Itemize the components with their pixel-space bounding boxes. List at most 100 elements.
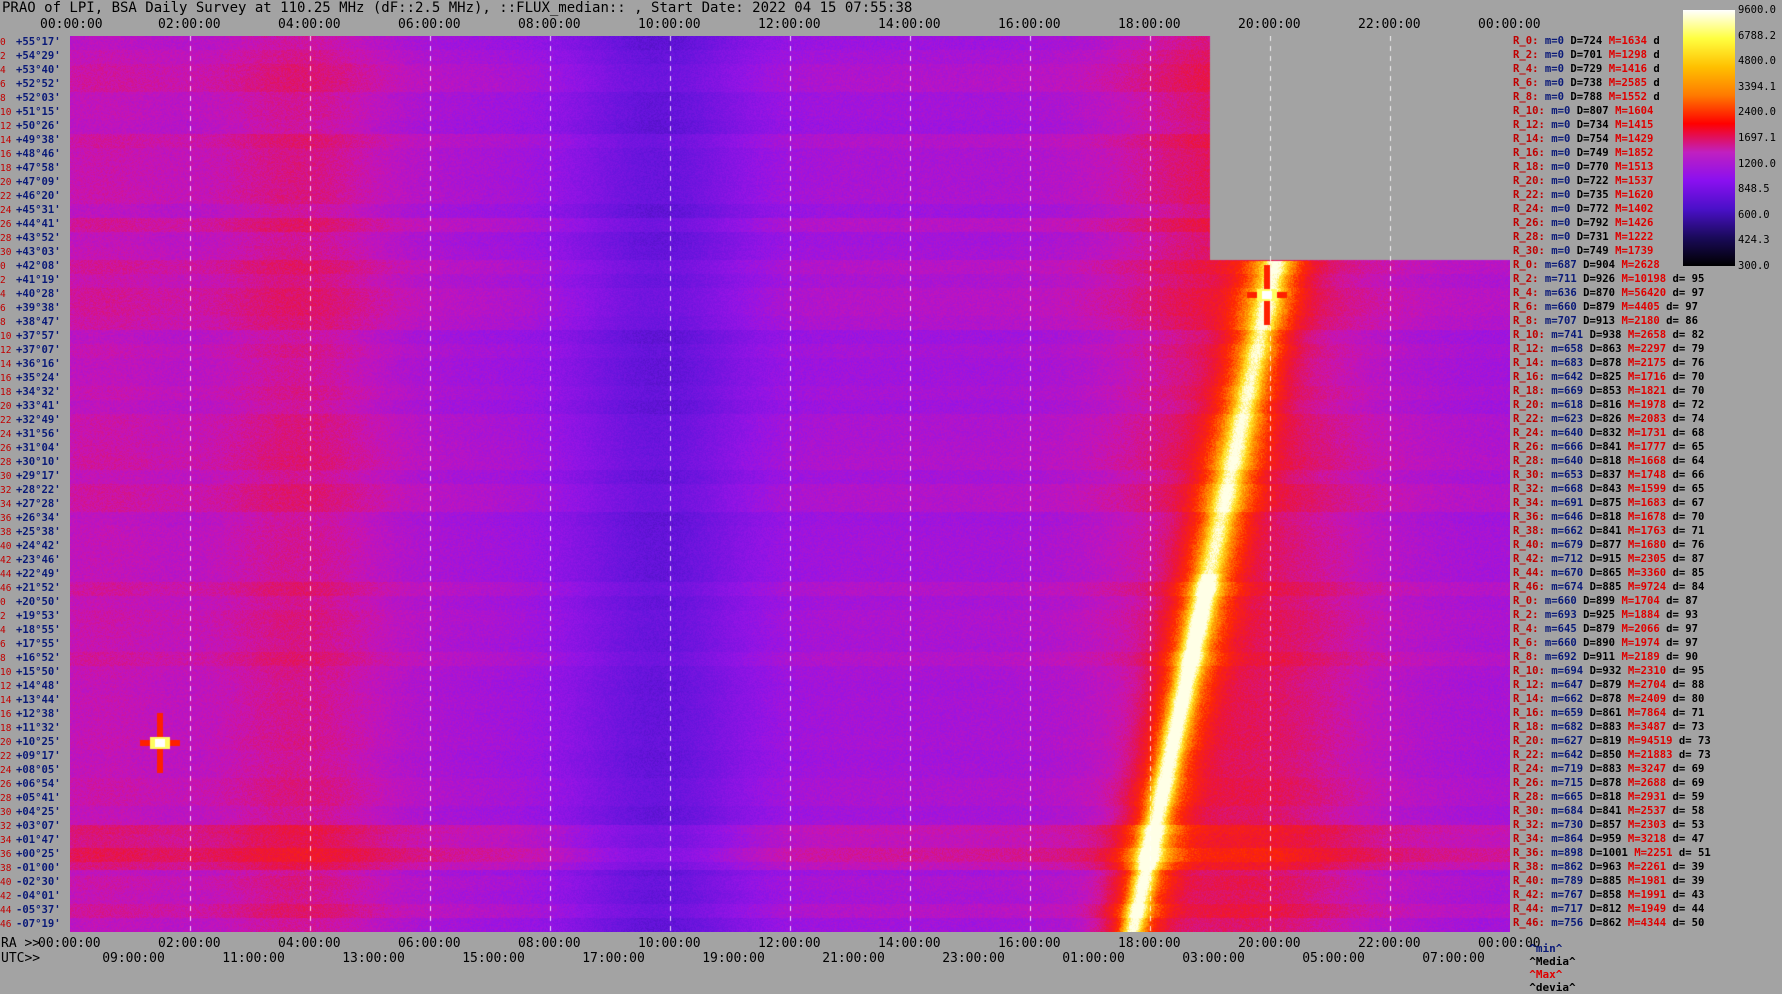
declination-label: 26 +44°41' [0,218,61,231]
chart-title: PRAO of LPI, BSA Daily Survey at 110.25 … [2,0,913,16]
stat-m: M=2303 [1627,819,1673,831]
declination-label: 2 +41°19' [0,274,61,287]
beam-stat-row: R_26: m=666 D=841 M=1777 d= 65 [1513,441,1704,453]
stat-dv: d= 73 [1678,749,1711,761]
stat-m: m=640 [1551,427,1590,439]
stat-m: m=730 [1551,819,1590,831]
beam-stat-row: R_20: m=627 D=819 M=94519 d= 73 [1513,735,1711,747]
stat-d: D=701 [1570,49,1609,61]
stat-r: R_30: [1513,805,1552,817]
beam-index: 6 [0,639,6,650]
declination-value: +28°22' [16,484,61,496]
stat-m: m=653 [1551,469,1590,481]
stat-m: m=862 [1551,861,1590,873]
declination-label: 0 +20°50' [0,596,61,609]
declination-value: +05°41' [16,792,61,804]
bottom-tick-label: 04:00:00 [278,936,341,951]
declination-label: 6 +39°38' [0,302,61,315]
colorbar-tick-label: 848.5 [1738,183,1770,196]
declination-label: 6 +52°52' [0,78,61,91]
stat-m: m=665 [1551,791,1590,803]
stat-d: D=959 [1589,833,1628,845]
declination-value: +08°05' [16,764,61,776]
stat-d: D=819 [1589,735,1628,747]
colorbar-tick-label: 3394.1 [1738,80,1776,93]
declination-label: 2 +54°29' [0,50,61,63]
declination-label: 18 +47°58' [0,162,61,175]
stat-m: M=2688 [1627,777,1673,789]
stat-dv: d= 69 [1672,763,1705,775]
stat-m: M=56420 [1621,287,1673,299]
stat-m: M=2409 [1627,693,1673,705]
declination-value: +47°09' [16,176,61,188]
stat-m: m=691 [1551,497,1590,509]
beam-stat-row: R_14: m=0 D=754 M=1429 [1513,133,1660,145]
declination-value: +03°07' [16,820,61,832]
declination-label: 16 +12°38' [0,708,61,721]
declination-label: 8 +16°52' [0,652,61,665]
stat-d: D=734 [1576,119,1616,131]
stat-d: D=749 [1576,245,1616,257]
stat-dv: d= 66 [1672,469,1705,481]
declination-label: 4 +53°40' [0,64,61,77]
beam-index: 28 [0,233,12,244]
beam-stat-row: R_16: m=0 D=749 M=1852 [1513,147,1660,159]
declination-value: +44°41' [16,218,61,230]
declination-value: +06°54' [16,778,61,790]
colorbar-tick-label: 300.0 [1738,260,1770,272]
declination-label: 4 +40°28' [0,288,61,301]
stat-dv: d= 97 [1666,623,1698,635]
beam-index: 14 [0,359,12,370]
beam-index: 10 [0,667,12,678]
stat-d: D=885 [1589,875,1628,887]
stat-m: M=1981 [1627,875,1673,887]
stat-r: R_28: [1513,455,1552,467]
stat-m: M=2658 [1627,329,1673,341]
bottom-tick-label: 15:00:00 [462,951,525,966]
declination-value: +45°31' [16,204,61,216]
declination-label: 8 +52°03' [0,92,61,105]
declination-axis: 0 +55°17' 2 +54°29' 4 +53°40' 6 +52°52' 8 +52°03'… [0,34,70,934]
top-tick-label: 06:00:00 [398,17,461,32]
stat-m: M=1552 [1608,91,1654,103]
beam-stat-row: R_22: m=642 D=850 M=21883 d= 73 [1513,749,1711,761]
declination-label: 32 +28°22' [0,484,61,497]
beam-index: 0 [0,261,6,272]
beam-index: 44 [0,569,12,580]
stat-dv: d= 39 [1672,875,1705,887]
stat-m: M=1763 [1627,525,1673,537]
stat-m: m=707 [1544,315,1584,327]
declination-value: +24°42' [16,540,61,552]
declination-value: +53°40' [16,64,61,76]
declination-value: +00°25' [16,848,61,860]
stat-r: R_14: [1513,357,1552,369]
beam-stat-row: R_6: m=660 D=890 M=1974 d= 97 [1513,637,1698,649]
beam-stat-row: R_18: m=669 D=853 M=1821 d= 70 [1513,385,1704,397]
beam-stat-row: R_26: m=715 D=878 M=2688 d= 69 [1513,777,1704,789]
beam-stat-row: R_12: m=658 D=863 M=2297 d= 79 [1513,343,1704,355]
declination-value: +04°25' [16,806,61,818]
declination-label: 14 +36°16' [0,358,61,371]
beam-index: 0 [0,37,6,48]
declination-label: 24 +45°31' [0,204,61,217]
stat-d: D=865 [1589,567,1628,579]
stat-r: R_26: [1513,777,1552,789]
stat-dv: d= 79 [1672,343,1705,355]
colorbar-tick-label: 1200.0 [1738,157,1776,170]
stat-m: m=712 [1551,553,1590,565]
stat-dv: d= 71 [1672,707,1705,719]
declination-value: +31°56' [16,428,61,440]
stat-m: m=0 [1551,189,1577,201]
stat-m: M=1852 [1615,147,1660,159]
stat-m: M=2180 [1621,315,1667,327]
beam-index: 8 [0,93,6,104]
declination-label: 12 +37°07' [0,344,61,357]
stat-m: M=2628 [1621,259,1667,271]
stat-r: R_34: [1513,497,1552,509]
stat-r: R_24: [1513,763,1552,775]
stat-r: R_24: [1513,427,1552,439]
declination-value: +12°38' [16,708,61,720]
beam-stat-row: R_14: m=683 D=878 M=2175 d= 76 [1513,357,1704,369]
beam-stat-row: R_0: m=660 D=899 M=1704 d= 87 [1513,595,1698,607]
stat-dv: d= 95 [1672,273,1705,285]
